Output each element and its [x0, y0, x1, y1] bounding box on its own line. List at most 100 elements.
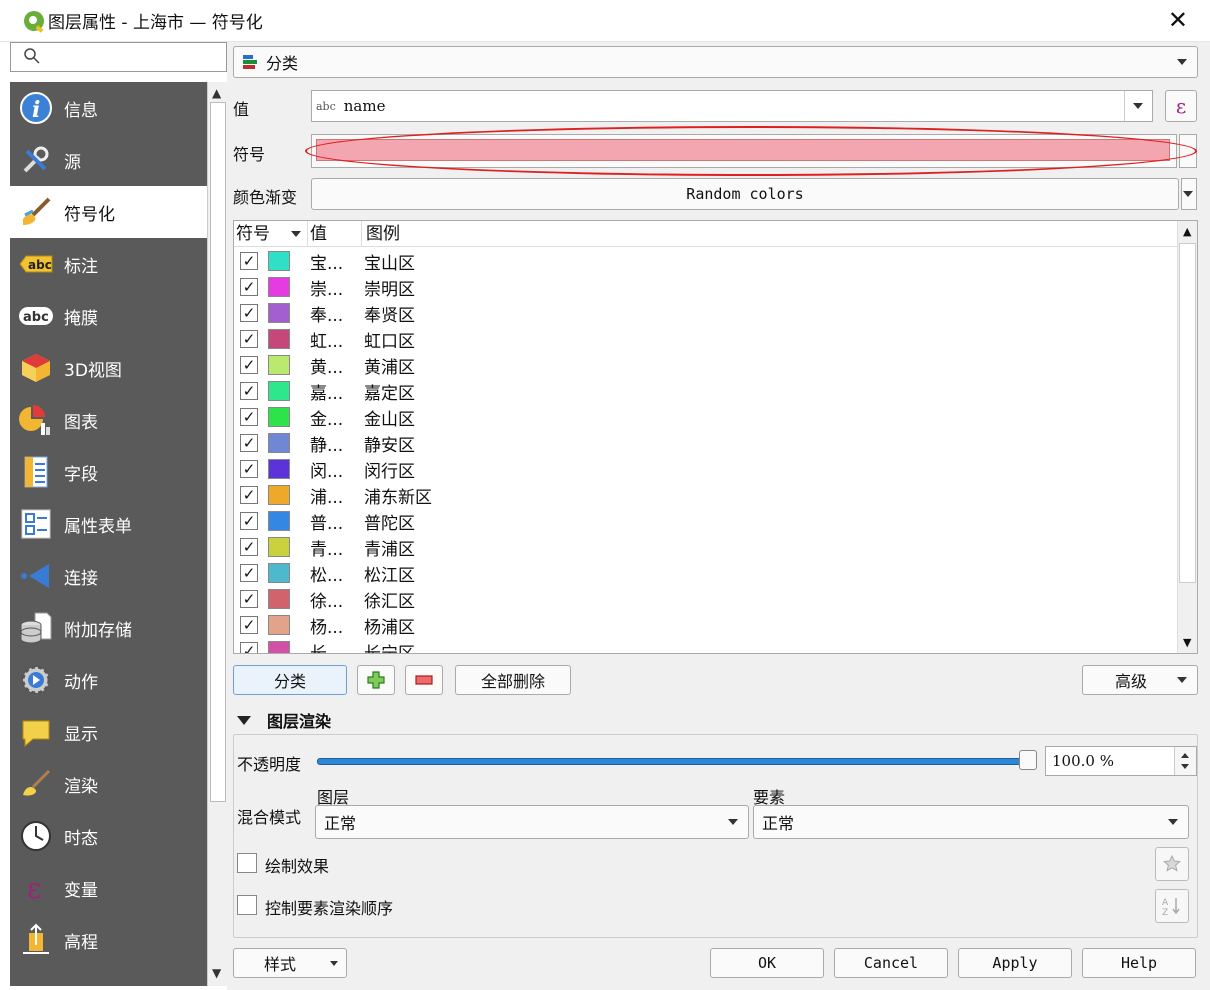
opacity-slider-track[interactable]	[317, 758, 1029, 765]
category-checkbox[interactable]: ✓	[240, 486, 258, 504]
classify-button[interactable]: 分类	[233, 665, 347, 695]
sidebar-item-11[interactable]: 动作	[10, 654, 207, 706]
symbol-dropdown[interactable]	[1179, 134, 1197, 168]
category-checkbox[interactable]: ✓	[240, 460, 258, 478]
sidebar-item-1[interactable]: 源	[10, 134, 207, 186]
category-symbol-swatch[interactable]	[268, 329, 290, 349]
category-symbol-swatch[interactable]	[268, 355, 290, 375]
scroll-down-icon[interactable]: ▼	[1183, 636, 1191, 649]
sidebar-item-5[interactable]: 3D视图	[10, 342, 207, 394]
color-ramp-dropdown[interactable]	[1181, 178, 1197, 210]
table-row[interactable]: ✓ 静... 静安区	[234, 430, 1178, 456]
table-row[interactable]: ✓ 长... 长宁区	[234, 638, 1178, 653]
category-symbol-swatch[interactable]	[268, 407, 290, 427]
table-row[interactable]: ✓ 杨... 杨浦区	[234, 612, 1178, 638]
sidebar-item-14[interactable]: 时态	[10, 810, 207, 862]
header-legend[interactable]: 图例	[362, 221, 400, 247]
control-order-checkbox[interactable]	[237, 895, 257, 915]
category-checkbox[interactable]: ✓	[240, 252, 258, 270]
sidebar-item-13[interactable]: 渲染	[10, 758, 207, 810]
table-row[interactable]: ✓ 嘉... 嘉定区	[234, 378, 1178, 404]
advanced-button[interactable]: 高级	[1082, 665, 1198, 695]
table-row[interactable]: ✓ 松... 松江区	[234, 560, 1178, 586]
scroll-thumb[interactable]	[1179, 243, 1196, 583]
scroll-thumb[interactable]	[210, 102, 226, 802]
draw-effects-checkbox[interactable]	[237, 853, 257, 873]
table-row[interactable]: ✓ 崇... 崇明区	[234, 274, 1178, 300]
header-value[interactable]: 值	[308, 221, 362, 247]
category-symbol-swatch[interactable]	[268, 641, 290, 653]
opacity-slider-handle[interactable]	[1019, 750, 1037, 770]
category-checkbox[interactable]: ✓	[240, 564, 258, 582]
delete-all-button[interactable]: 全部删除	[455, 665, 571, 695]
remove-category-button[interactable]	[405, 665, 443, 695]
sidebar-scrollbar[interactable]: ▲ ▼	[207, 82, 227, 986]
category-symbol-swatch[interactable]	[268, 381, 290, 401]
sidebar-item-9[interactable]: 连接	[10, 550, 207, 602]
value-field-combo[interactable]: abc name	[311, 90, 1153, 122]
table-row[interactable]: ✓ 徐... 徐汇区	[234, 586, 1178, 612]
category-checkbox[interactable]: ✓	[240, 512, 258, 530]
add-category-button[interactable]	[357, 665, 395, 695]
cancel-button[interactable]: Cancel	[834, 948, 948, 978]
category-checkbox[interactable]: ✓	[240, 616, 258, 634]
category-checkbox[interactable]: ✓	[240, 538, 258, 556]
sidebar-item-4[interactable]: abc 掩膜	[10, 290, 207, 342]
category-checkbox[interactable]: ✓	[240, 330, 258, 348]
category-symbol-swatch[interactable]	[268, 511, 290, 531]
header-symbol[interactable]: 符号	[234, 221, 308, 247]
renderer-type-select[interactable]: 分类	[233, 46, 1198, 78]
table-row[interactable]: ✓ 浦... 浦东新区	[234, 482, 1178, 508]
ok-button[interactable]: OK	[710, 948, 824, 978]
value-field-dropdown[interactable]	[1124, 91, 1152, 121]
sidebar-item-15[interactable]: ε 变量	[10, 862, 207, 914]
table-row[interactable]: ✓ 金... 金山区	[234, 404, 1178, 430]
category-symbol-swatch[interactable]	[268, 485, 290, 505]
category-checkbox[interactable]: ✓	[240, 304, 258, 322]
sidebar-item-8[interactable]: 属性表单	[10, 498, 207, 550]
style-button[interactable]: 样式	[233, 948, 347, 978]
close-icon[interactable]: ✕	[1168, 6, 1188, 34]
color-ramp-button[interactable]: Random colors	[311, 178, 1179, 210]
category-checkbox[interactable]: ✓	[240, 590, 258, 608]
symbol-button[interactable]	[311, 134, 1177, 168]
table-row[interactable]: ✓ 奉... 奉贤区	[234, 300, 1178, 326]
sidebar-item-16[interactable]: 高程	[10, 914, 207, 966]
effects-settings-button[interactable]	[1155, 847, 1189, 881]
category-symbol-swatch[interactable]	[268, 563, 290, 583]
table-row[interactable]: ✓ 普... 普陀区	[234, 508, 1178, 534]
category-checkbox[interactable]: ✓	[240, 278, 258, 296]
category-checkbox[interactable]: ✓	[240, 382, 258, 400]
table-row[interactable]: ✓ 闵... 闵行区	[234, 456, 1178, 482]
category-checkbox[interactable]: ✓	[240, 434, 258, 452]
table-row[interactable]: ✓ 黄... 黄浦区	[234, 352, 1178, 378]
table-scrollbar[interactable]: ▲ ▼	[1177, 221, 1197, 653]
category-symbol-swatch[interactable]	[268, 537, 290, 557]
table-row[interactable]: ✓ 虹... 虹口区	[234, 326, 1178, 352]
help-button[interactable]: Help	[1082, 948, 1196, 978]
scroll-up-icon[interactable]: ▲	[1183, 225, 1191, 238]
sidebar-item-0[interactable]: i 信息	[10, 82, 207, 134]
category-checkbox[interactable]: ✓	[240, 356, 258, 374]
order-settings-button[interactable]: AZ	[1155, 889, 1189, 923]
table-row[interactable]: ✓ 宝... 宝山区	[234, 248, 1178, 274]
layer-blend-combo[interactable]: 正常	[315, 805, 749, 839]
sidebar-item-2[interactable]: 符号化	[10, 186, 207, 238]
scroll-up-icon[interactable]: ▲	[212, 86, 221, 100]
category-symbol-swatch[interactable]	[268, 277, 290, 297]
table-row[interactable]: ✓ 青... 青浦区	[234, 534, 1178, 560]
spin-arrows-icon[interactable]	[1174, 747, 1196, 775]
sidebar-item-3[interactable]: abc 标注	[10, 238, 207, 290]
category-symbol-swatch[interactable]	[268, 459, 290, 479]
apply-button[interactable]: Apply	[958, 948, 1072, 978]
sidebar-item-10[interactable]: 附加存储	[10, 602, 207, 654]
search-input[interactable]	[10, 42, 227, 72]
layer-rendering-toggle[interactable]: 图层渲染	[237, 708, 331, 732]
sidebar-item-7[interactable]: 字段	[10, 446, 207, 498]
expression-button[interactable]: ε	[1165, 90, 1197, 122]
sidebar-item-12[interactable]: 显示	[10, 706, 207, 758]
category-checkbox[interactable]: ✓	[240, 408, 258, 426]
category-symbol-swatch[interactable]	[268, 589, 290, 609]
category-symbol-swatch[interactable]	[268, 251, 290, 271]
scroll-down-icon[interactable]: ▼	[212, 966, 221, 980]
